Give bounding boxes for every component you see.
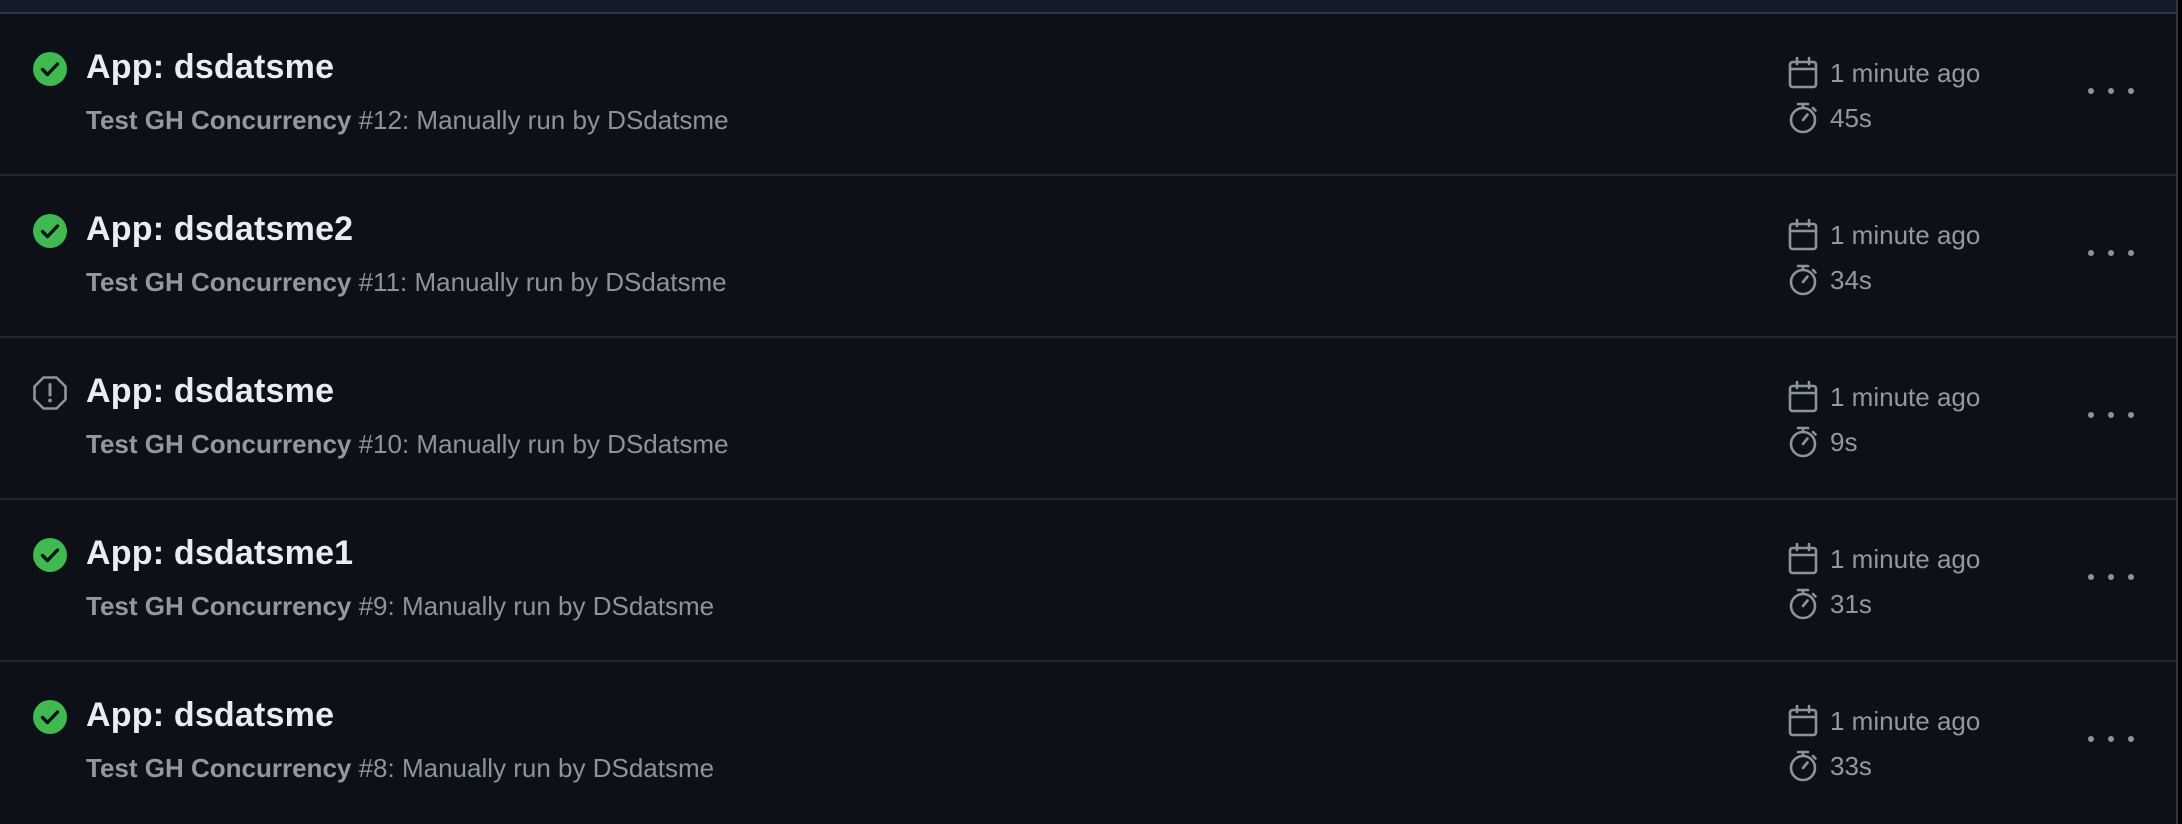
kebab-dot xyxy=(2088,412,2094,418)
workflow-name: Test GH Concurrency xyxy=(86,429,352,459)
run-duration-value: 9s xyxy=(1830,426,1858,457)
run-duration: 9s xyxy=(1786,425,1857,459)
kebab-dot xyxy=(2088,250,2094,256)
calendar-icon xyxy=(1788,218,1818,251)
run-date: 1 minute ago xyxy=(1786,218,1980,252)
run-time: 1 minute ago xyxy=(1830,381,1981,412)
run-time: 1 minute ago xyxy=(1830,705,1981,736)
workflow-run-row[interactable]: App: dsdatsme2 Test GH Concurrency #11: … xyxy=(0,176,2176,338)
calendar-icon xyxy=(1788,542,1818,575)
more-options-button[interactable] xyxy=(2088,724,2134,754)
run-duration-value: 34s xyxy=(1830,264,1872,295)
run-subtitle: Test GH Concurrency #11: Manually run by… xyxy=(86,267,727,298)
run-duration: 31s xyxy=(1786,587,1872,621)
more-options-button[interactable] xyxy=(2088,76,2134,106)
kebab-dot xyxy=(2128,88,2134,94)
kebab-dot xyxy=(2088,736,2094,742)
workflow-run-list: App: dsdatsme Test GH Concurrency #12: M… xyxy=(0,14,2176,824)
kebab-dot xyxy=(2128,574,2134,580)
run-title-link[interactable]: App: dsdatsme1 xyxy=(86,534,353,573)
check-circle-icon xyxy=(32,51,68,87)
run-title-link[interactable]: App: dsdatsme xyxy=(86,48,334,87)
stopwatch-icon xyxy=(1789,264,1817,296)
more-options-button[interactable] xyxy=(2088,562,2134,592)
kebab-dot xyxy=(2108,574,2114,580)
workflow-run-row[interactable]: App: dsdatsme Test GH Concurrency #8: Ma… xyxy=(0,662,2176,824)
stopwatch-icon xyxy=(1789,588,1817,620)
kebab-dot xyxy=(2088,574,2094,580)
stopwatch-icon xyxy=(1789,750,1817,782)
run-date: 1 minute ago xyxy=(1786,704,1980,738)
kebab-dot xyxy=(2128,412,2134,418)
stopwatch-icon xyxy=(1789,102,1817,134)
run-duration: 34s xyxy=(1786,263,1872,297)
more-options-button[interactable] xyxy=(2088,400,2134,430)
run-info: #9: Manually run by DSdatsme xyxy=(351,591,715,621)
kebab-dot xyxy=(2128,736,2134,742)
run-info: #8: Manually run by DSdatsme xyxy=(351,753,715,783)
kebab-dot xyxy=(2108,88,2114,94)
kebab-dot xyxy=(2108,250,2114,256)
run-title-link[interactable]: App: dsdatsme xyxy=(86,696,334,735)
run-duration-value: 31s xyxy=(1830,588,1872,619)
run-time: 1 minute ago xyxy=(1830,543,1981,574)
top-border xyxy=(0,0,2176,14)
run-duration: 45s xyxy=(1786,101,1872,135)
run-subtitle: Test GH Concurrency #12: Manually run by… xyxy=(86,105,729,136)
run-title-link[interactable]: App: dsdatsme xyxy=(86,372,334,411)
run-duration-value: 45s xyxy=(1830,102,1872,133)
run-title-link[interactable]: App: dsdatsme2 xyxy=(86,210,353,249)
calendar-icon xyxy=(1788,380,1818,413)
run-info: #12: Manually run by DSdatsme xyxy=(351,105,729,135)
stop-octagon-icon xyxy=(32,375,68,411)
run-duration-value: 33s xyxy=(1830,750,1872,781)
calendar-icon xyxy=(1788,704,1818,737)
run-duration: 33s xyxy=(1786,749,1872,783)
run-date: 1 minute ago xyxy=(1786,56,1980,90)
stopwatch-icon xyxy=(1789,426,1817,458)
kebab-dot xyxy=(2128,250,2134,256)
workflow-name: Test GH Concurrency xyxy=(86,267,352,297)
check-circle-icon xyxy=(32,213,68,249)
run-date: 1 minute ago xyxy=(1786,542,1980,576)
run-subtitle: Test GH Concurrency #9: Manually run by … xyxy=(86,591,714,622)
run-subtitle: Test GH Concurrency #8: Manually run by … xyxy=(86,753,714,784)
workflow-runs-panel: App: dsdatsme Test GH Concurrency #12: M… xyxy=(0,0,2178,824)
workflow-name: Test GH Concurrency xyxy=(86,753,352,783)
more-options-button[interactable] xyxy=(2088,238,2134,268)
workflow-run-row[interactable]: App: dsdatsme Test GH Concurrency #10: M… xyxy=(0,338,2176,500)
check-circle-icon xyxy=(32,537,68,573)
run-time: 1 minute ago xyxy=(1830,57,1981,88)
workflow-run-row[interactable]: App: dsdatsme1 Test GH Concurrency #9: M… xyxy=(0,500,2176,662)
workflow-name: Test GH Concurrency xyxy=(86,591,352,621)
kebab-dot xyxy=(2088,88,2094,94)
run-subtitle: Test GH Concurrency #10: Manually run by… xyxy=(86,429,729,460)
run-date: 1 minute ago xyxy=(1786,380,1980,414)
kebab-dot xyxy=(2108,736,2114,742)
run-info: #10: Manually run by DSdatsme xyxy=(351,429,729,459)
check-circle-icon xyxy=(32,699,68,735)
run-time: 1 minute ago xyxy=(1830,219,1981,250)
workflow-run-row[interactable]: App: dsdatsme Test GH Concurrency #12: M… xyxy=(0,14,2176,176)
workflow-name: Test GH Concurrency xyxy=(86,105,352,135)
run-info: #11: Manually run by DSdatsme xyxy=(351,267,727,297)
kebab-dot xyxy=(2108,412,2114,418)
calendar-icon xyxy=(1788,56,1818,89)
